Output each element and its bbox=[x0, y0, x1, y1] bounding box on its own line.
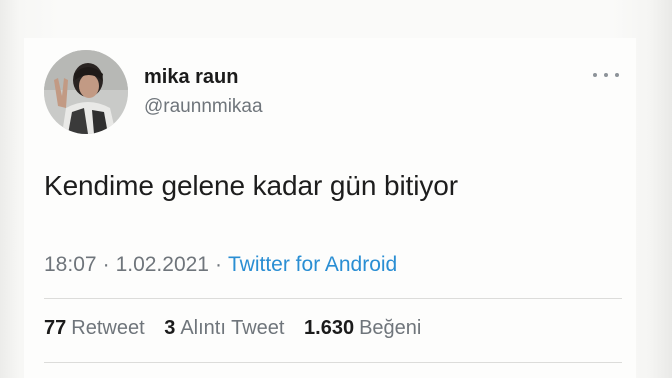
divider bbox=[44, 298, 622, 299]
divider bbox=[44, 362, 622, 363]
likes-stat[interactable]: 1.630 Beğeni bbox=[304, 317, 421, 339]
retweets-stat[interactable]: 77 Retweet bbox=[44, 317, 145, 339]
tweet-stats: 77 Retweet 3 Alıntı Tweet 1.630 Beğeni bbox=[44, 317, 435, 340]
more-horizontal-icon[interactable] bbox=[593, 68, 619, 82]
more-dot bbox=[593, 73, 597, 77]
quotes-stat[interactable]: 3 Alıntı Tweet bbox=[164, 317, 284, 339]
more-dot bbox=[615, 73, 619, 77]
like-count: 1.630 bbox=[304, 317, 355, 339]
avatar[interactable] bbox=[44, 50, 128, 134]
meta-separator: · bbox=[102, 253, 110, 276]
avatar-photo bbox=[44, 50, 128, 134]
tweet-meta: 18:07 · 1.02.2021 · Twitter for Android bbox=[44, 253, 397, 277]
tweet-date[interactable]: 1.02.2021 bbox=[116, 253, 209, 276]
tweet-source-link[interactable]: Twitter for Android bbox=[228, 253, 397, 276]
tweet-text: Kendime gelene kadar gün bitiyor bbox=[44, 170, 458, 201]
quote-label: Alıntı Tweet bbox=[180, 317, 285, 339]
quote-count: 3 bbox=[164, 317, 176, 339]
retweet-count: 77 bbox=[44, 317, 67, 339]
user-handle[interactable]: @raunnmikaa bbox=[144, 96, 263, 118]
tweet-time[interactable]: 18:07 bbox=[44, 253, 97, 276]
more-dot bbox=[604, 73, 608, 77]
like-label: Beğeni bbox=[359, 317, 422, 339]
meta-separator: · bbox=[215, 253, 222, 276]
display-name[interactable]: mika raun bbox=[144, 66, 238, 89]
retweet-label: Retweet bbox=[71, 317, 145, 339]
